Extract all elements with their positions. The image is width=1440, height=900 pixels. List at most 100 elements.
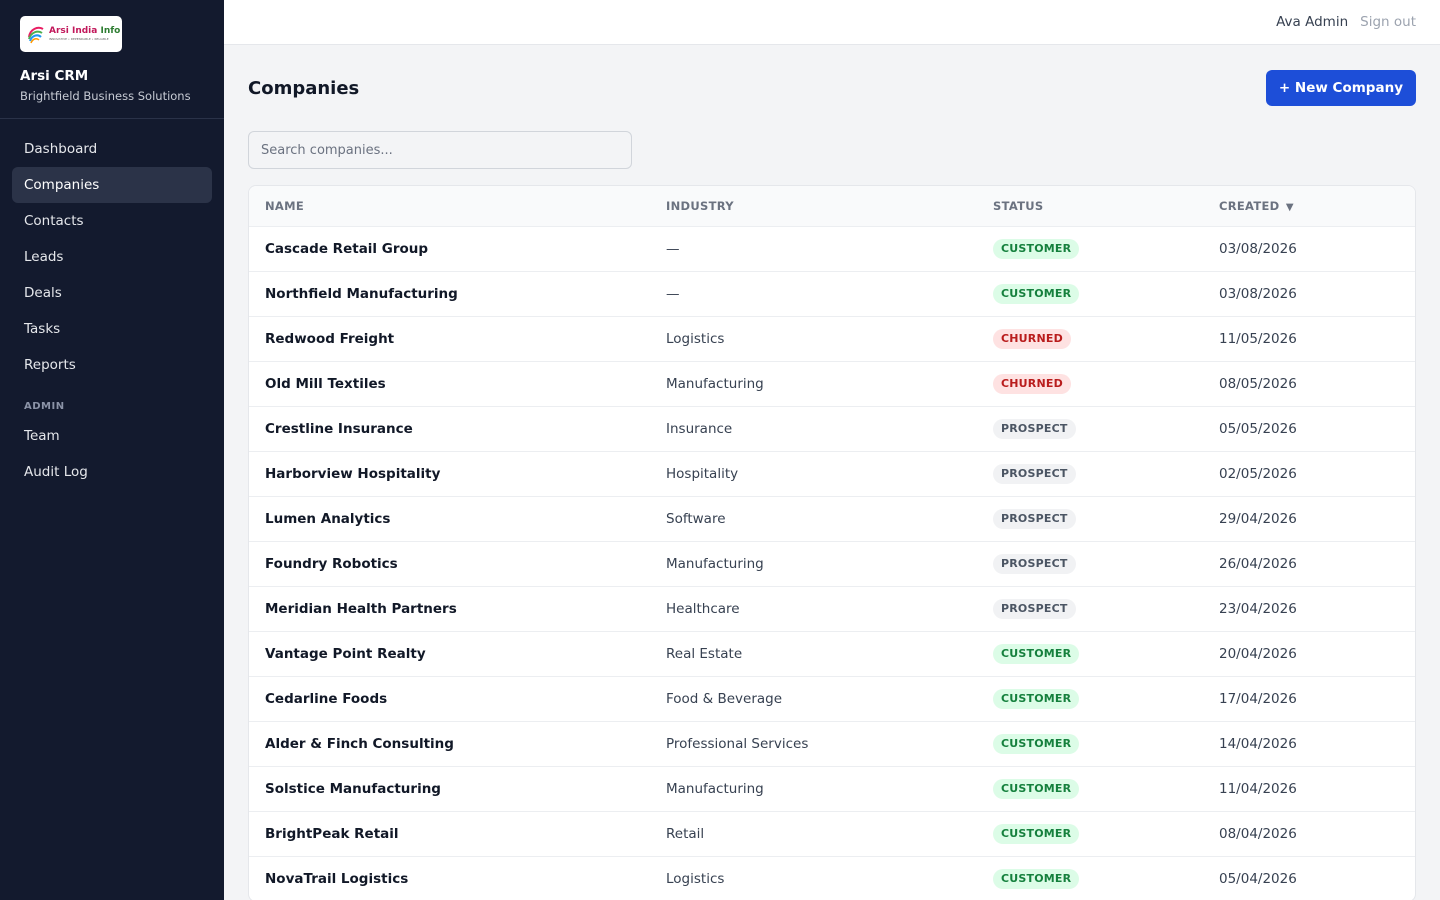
page-header: Companies + New Company xyxy=(248,45,1416,131)
logo-tagline: INNOVATIVE • DEPENDABLE • RELIABLE xyxy=(49,37,109,41)
company-name-cell[interactable]: Alder & Finch Consulting xyxy=(249,721,650,766)
status-badge: PROSPECT xyxy=(993,418,1076,439)
table-row[interactable]: Old Mill Textiles Manufacturing CHURNED 08/… xyxy=(249,361,1415,406)
status-cell: CUSTOMER xyxy=(977,631,1203,676)
industry-cell: Real Estate xyxy=(666,645,743,662)
industry-cell: Logistics xyxy=(666,330,725,347)
industry-cell: Software xyxy=(666,510,726,527)
sidebar-item-reports[interactable]: Reports xyxy=(12,347,212,383)
created-date-cell: 23/04/2026 xyxy=(1219,600,1297,617)
sidebar-item-companies[interactable]: Companies xyxy=(12,167,212,203)
current-user-name: Ava Admin xyxy=(1276,14,1349,30)
sidebar-item-team[interactable]: Team xyxy=(12,418,212,454)
column-header-industry[interactable]: INDUSTRY xyxy=(650,186,977,226)
industry-cell: — xyxy=(666,285,680,302)
table-row[interactable]: Vantage Point Realty Real Estate CUSTOMER 2… xyxy=(249,631,1415,676)
sidebar-nav: Dashboard Companies Contacts Leads Deals… xyxy=(0,119,224,502)
company-name-cell[interactable]: Redwood Freight xyxy=(249,316,650,361)
sidebar-item-tasks[interactable]: Tasks xyxy=(12,311,212,347)
logo-text: Arsi India Info INNOVATIVE • DEPENDABLE … xyxy=(49,27,120,41)
table-body: Cascade Retail Group — CUSTOMER 03/08/2026 N… xyxy=(249,226,1415,900)
status-badge: CUSTOMER xyxy=(993,283,1080,304)
table-row[interactable]: Redwood Freight Logistics CHURNED 11/05/202… xyxy=(249,316,1415,361)
companies-table-card: NAME INDUSTRY STATUS CREATED ▼ Cascade R… xyxy=(248,185,1416,900)
table-row[interactable]: Crestline Insurance Insurance PROSPECT 05/0… xyxy=(249,406,1415,451)
table-row[interactable]: Cascade Retail Group — CUSTOMER 03/08/2026 xyxy=(249,226,1415,271)
table-row[interactable]: Cedarline Foods Food & Beverage CUSTOMER 17… xyxy=(249,676,1415,721)
sidebar-item-contacts[interactable]: Contacts xyxy=(12,203,212,239)
column-header-status[interactable]: STATUS xyxy=(977,186,1203,226)
sidebar-item-leads[interactable]: Leads xyxy=(12,239,212,275)
status-badge: PROSPECT xyxy=(993,598,1076,619)
sidebar-item-dashboard[interactable]: Dashboard xyxy=(12,131,212,167)
company-name-cell[interactable]: Cascade Retail Group xyxy=(249,226,650,271)
company-name-cell[interactable]: Vantage Point Realty xyxy=(249,631,650,676)
sort-descending-icon: ▼ xyxy=(1285,201,1294,213)
new-company-button[interactable]: + New Company xyxy=(1265,70,1416,106)
sign-out-link[interactable]: Sign out xyxy=(1360,14,1416,30)
created-date-cell: 26/04/2026 xyxy=(1219,555,1297,572)
sidebar-item-deals[interactable]: Deals xyxy=(12,275,212,311)
created-date-cell: 14/04/2026 xyxy=(1219,735,1297,752)
table-row[interactable]: Solstice Manufacturing Manufacturing CUSTO… xyxy=(249,766,1415,811)
column-header-name[interactable]: NAME xyxy=(249,186,650,226)
company-name-cell[interactable]: Solstice Manufacturing xyxy=(249,766,650,811)
table-row[interactable]: Alder & Finch Consulting Professional Ser… xyxy=(249,721,1415,766)
sidebar-item-audit-log[interactable]: Audit Log xyxy=(12,454,212,490)
company-name-cell[interactable]: Harborview Hospitality xyxy=(249,451,650,496)
search-input[interactable] xyxy=(248,131,632,169)
status-cell: CUSTOMER xyxy=(977,766,1203,811)
status-cell: CUSTOMER xyxy=(977,856,1203,900)
industry-cell: Insurance xyxy=(666,420,733,437)
created-date-cell: 20/04/2026 xyxy=(1219,645,1297,662)
table-row[interactable]: Foundry Robotics Manufacturing PROSPECT 26/… xyxy=(249,541,1415,586)
column-header-created[interactable]: CREATED ▼ xyxy=(1203,186,1415,226)
app-root: Arsi India Info INNOVATIVE • DEPENDABLE … xyxy=(0,0,1440,900)
company-name-cell[interactable]: Cedarline Foods xyxy=(249,676,650,721)
industry-cell: Manufacturing xyxy=(666,780,764,797)
table-row[interactable]: BrightPeak Retail Retail CUSTOMER 08/04/202… xyxy=(249,811,1415,856)
table-row[interactable]: NovaTrail Logistics Logistics CUSTOMER 05/0… xyxy=(249,856,1415,900)
status-badge: CHURNED xyxy=(993,328,1071,349)
company-name-cell[interactable]: BrightPeak Retail xyxy=(249,811,650,856)
topbar: Ava Admin Sign out xyxy=(224,0,1440,45)
status-cell: PROSPECT xyxy=(977,451,1203,496)
company-name-cell[interactable]: Foundry Robotics xyxy=(249,541,650,586)
company-name-cell[interactable]: Meridian Health Partners xyxy=(249,586,650,631)
status-cell: CUSTOMER xyxy=(977,271,1203,316)
status-badge: PROSPECT xyxy=(993,463,1076,484)
industry-cell: Manufacturing xyxy=(666,555,764,572)
status-cell: CUSTOMER xyxy=(977,811,1203,856)
status-badge: CUSTOMER xyxy=(993,733,1080,754)
table-row[interactable]: Northfield Manufacturing — CUSTOMER 03/08/2… xyxy=(249,271,1415,316)
table-header-row: NAME INDUSTRY STATUS CREATED ▼ xyxy=(249,186,1415,226)
company-name-cell[interactable]: Lumen Analytics xyxy=(249,496,650,541)
sidebar: Arsi India Info INNOVATIVE • DEPENDABLE … xyxy=(0,0,224,900)
table-row[interactable]: Lumen Analytics Software PROSPECT 29/04/202… xyxy=(249,496,1415,541)
logo-name-part2: Info xyxy=(100,26,121,36)
status-cell: PROSPECT xyxy=(977,541,1203,586)
company-name-cell[interactable]: Northfield Manufacturing xyxy=(249,271,650,316)
company-name-cell[interactable]: Old Mill Textiles xyxy=(249,361,650,406)
status-cell: PROSPECT xyxy=(977,406,1203,451)
logo-name-part1: Arsi India xyxy=(49,26,98,36)
company-name-cell[interactable]: Crestline Insurance xyxy=(249,406,650,451)
created-date-cell: 11/05/2026 xyxy=(1219,330,1297,347)
table-row[interactable]: Meridian Health Partners Healthcare PROSPE… xyxy=(249,586,1415,631)
created-date-cell: 05/05/2026 xyxy=(1219,420,1297,437)
company-name-cell[interactable]: NovaTrail Logistics xyxy=(249,856,650,900)
table-row[interactable]: Harborview Hospitality Hospitality PROSPEC… xyxy=(249,451,1415,496)
status-badge: CHURNED xyxy=(993,373,1071,394)
created-date-cell: 11/04/2026 xyxy=(1219,780,1297,797)
logo-swirl-icon xyxy=(28,26,44,44)
industry-cell: Food & Beverage xyxy=(666,690,783,707)
main-area: Ava Admin Sign out Companies + New Compa… xyxy=(224,0,1440,900)
industry-cell: — xyxy=(666,240,680,257)
status-badge: CUSTOMER xyxy=(993,688,1080,709)
created-date-cell: 03/08/2026 xyxy=(1219,285,1297,302)
status-cell: PROSPECT xyxy=(977,586,1203,631)
created-date-cell: 02/05/2026 xyxy=(1219,465,1297,482)
created-date-cell: 08/05/2026 xyxy=(1219,375,1297,392)
company-logo[interactable]: Arsi India Info INNOVATIVE • DEPENDABLE … xyxy=(20,16,122,52)
created-date-cell: 03/08/2026 xyxy=(1219,240,1297,257)
